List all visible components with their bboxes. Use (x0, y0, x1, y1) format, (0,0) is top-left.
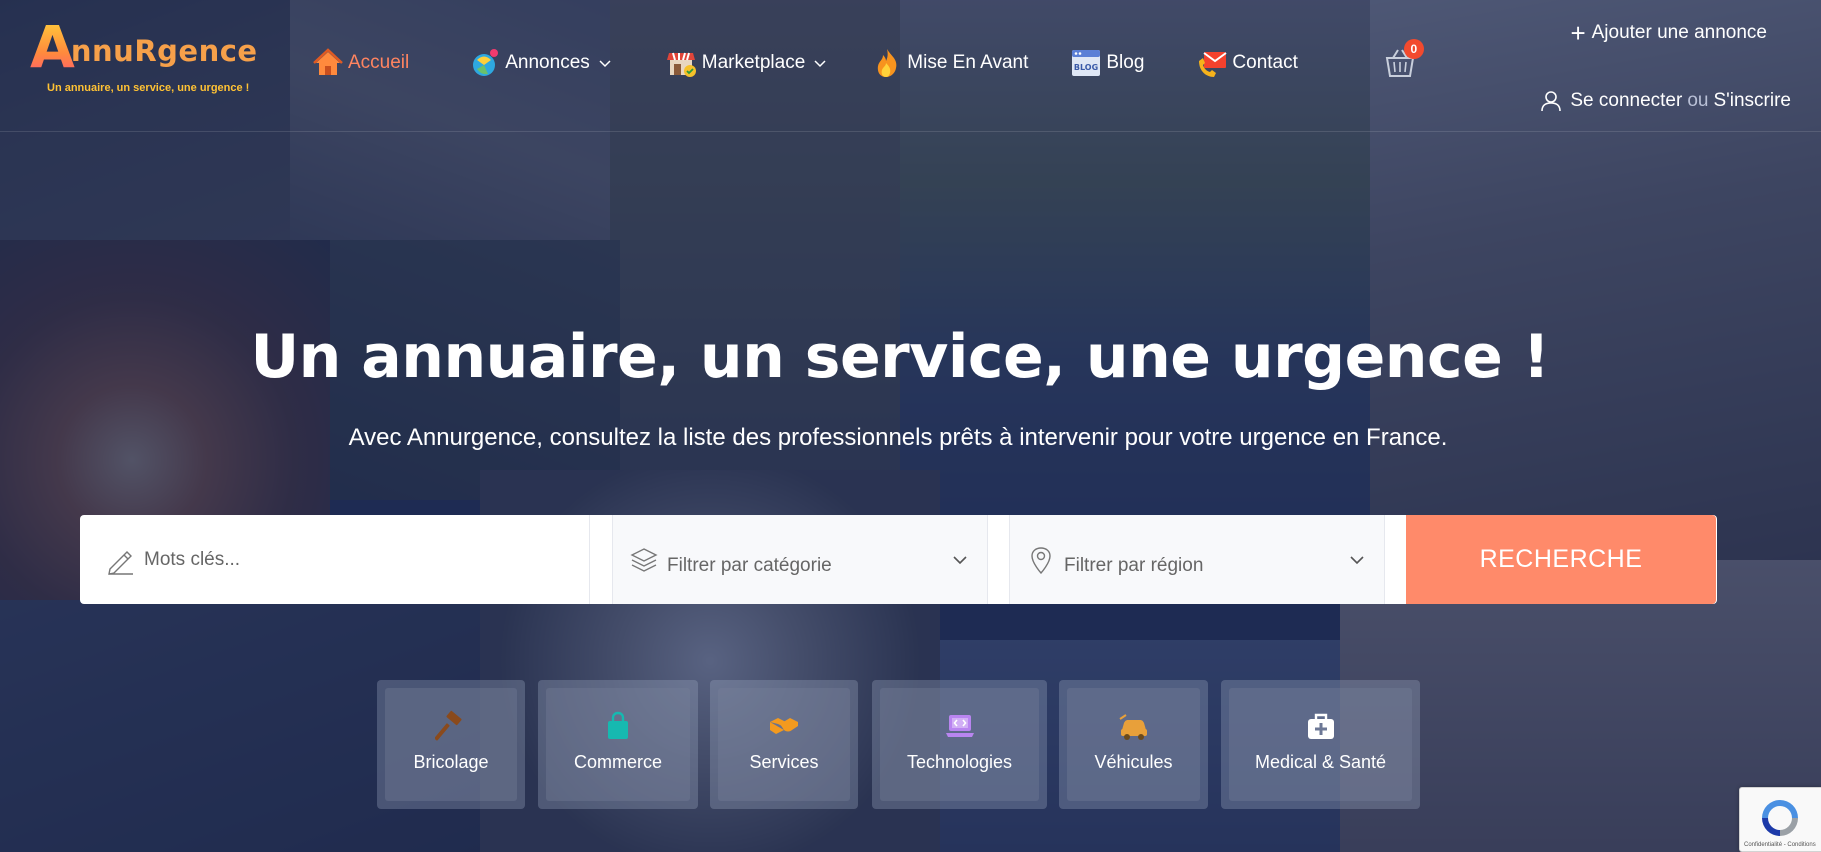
nav-item-blog[interactable]: BLOG Blog (1070, 44, 1144, 82)
region-select[interactable]: Filtrer par région (1009, 515, 1385, 604)
category-label: Commerce (573, 752, 662, 772)
auth-links: Se connecter ou S'inscrire (1540, 90, 1791, 112)
category-commerce[interactable]: Commerce (538, 680, 698, 809)
keywords-input[interactable] (144, 539, 504, 580)
category-bricolage[interactable]: Bricolage (377, 680, 525, 809)
search-button[interactable]: RECHERCHE (1406, 515, 1716, 604)
logo-letter: A (30, 13, 75, 81)
flame-icon (871, 47, 903, 79)
svg-text:BLOG: BLOG (1074, 63, 1098, 72)
category-list: Bricolage Commerce Services Technologies… (0, 680, 1821, 810)
hero-subtitle: Avec Annurgence, consultez la liste des … (348, 424, 1448, 451)
search-bar: Filtrer par catégorie Filtrer par région… (80, 515, 1717, 604)
category-label: Véhicules (1094, 752, 1173, 772)
nav-item-annonces[interactable]: Annonces (469, 44, 612, 82)
cart-count-badge: 0 (1403, 39, 1424, 59)
chevron-down-icon (953, 555, 967, 564)
handshake-icon (770, 718, 798, 734)
map-pin-icon (1031, 546, 1051, 574)
home-icon (312, 47, 344, 79)
recaptcha-text: Confidentialité - Conditions (1744, 842, 1816, 848)
listings-icon (469, 47, 501, 79)
site-logo[interactable]: A nnuRgence Un annuaire, un service, une… (30, 18, 257, 103)
main-nav: Accueil Annonces Marketplace Mise En Ava… (312, 39, 1424, 82)
nav-item-accueil[interactable]: Accueil (312, 44, 409, 82)
chevron-down-icon (1350, 555, 1364, 564)
laptop-code-icon (945, 715, 974, 737)
nav-label: Blog (1106, 52, 1145, 73)
add-listing-link[interactable]: + Ajouter une annonce (1570, 18, 1767, 48)
category-vehicules[interactable]: Véhicules (1059, 680, 1208, 809)
nav-label: Mise En Avant (907, 52, 1029, 73)
login-link[interactable]: Se connecter (1570, 90, 1682, 112)
chevron-down-icon (814, 60, 826, 68)
category-select-value: Filtrer par catégorie (667, 554, 832, 576)
shop-icon (666, 47, 698, 79)
nav-label: Annonces (505, 52, 590, 73)
plus-icon: + (1570, 18, 1586, 48)
hammer-icon (435, 710, 462, 741)
category-label: Bricolage (413, 752, 489, 772)
nav-item-marketplace[interactable]: Marketplace (666, 44, 828, 82)
contact-icon (1196, 47, 1228, 79)
logo-tagline: Un annuaire, un service, une urgence ! (47, 82, 250, 94)
logo-wordmark: A nnuRgence (30, 18, 258, 76)
recaptcha-icon (1762, 800, 1798, 836)
layers-icon (630, 547, 658, 572)
logo-text: nnuRgence (70, 34, 258, 68)
pencil-icon (108, 550, 133, 575)
recaptcha-badge[interactable]: Confidentialité - Conditions (1739, 787, 1821, 852)
nav-item-mise-en-avant[interactable]: Mise En Avant (871, 44, 1028, 82)
nav-label: Contact (1232, 52, 1298, 73)
category-medical-sante[interactable]: Medical & Santé (1221, 680, 1420, 809)
nav-item-contact[interactable]: Contact (1196, 44, 1298, 82)
category-select[interactable]: Filtrer par catégorie (612, 515, 988, 604)
site-header: A nnuRgence Un annuaire, un service, une… (0, 0, 1821, 132)
cart-button[interactable]: 0 (1382, 39, 1424, 81)
register-link[interactable]: S'inscrire (1713, 90, 1791, 112)
auth-separator: ou (1687, 90, 1709, 111)
user-icon (1541, 91, 1562, 112)
keywords-field (90, 515, 590, 604)
category-services[interactable]: Services (710, 680, 858, 809)
category-label: Medical & Santé (1254, 752, 1387, 772)
car-icon (1118, 714, 1147, 740)
hero-title: Un annuaire, un service, une urgence ! (250, 322, 1550, 392)
chevron-down-icon (599, 60, 611, 68)
shopping-bag-icon (608, 711, 628, 739)
category-label: Services (749, 752, 819, 772)
category-technologies[interactable]: Technologies (872, 680, 1047, 809)
nav-label: Marketplace (701, 52, 806, 73)
region-select-value: Filtrer par région (1064, 554, 1204, 576)
blog-icon: BLOG (1070, 47, 1102, 79)
category-label: Technologies (906, 752, 1013, 772)
nav-label: Accueil (348, 52, 410, 73)
medical-kit-icon (1307, 713, 1334, 739)
add-listing-label: Ajouter une annonce (1591, 22, 1767, 43)
